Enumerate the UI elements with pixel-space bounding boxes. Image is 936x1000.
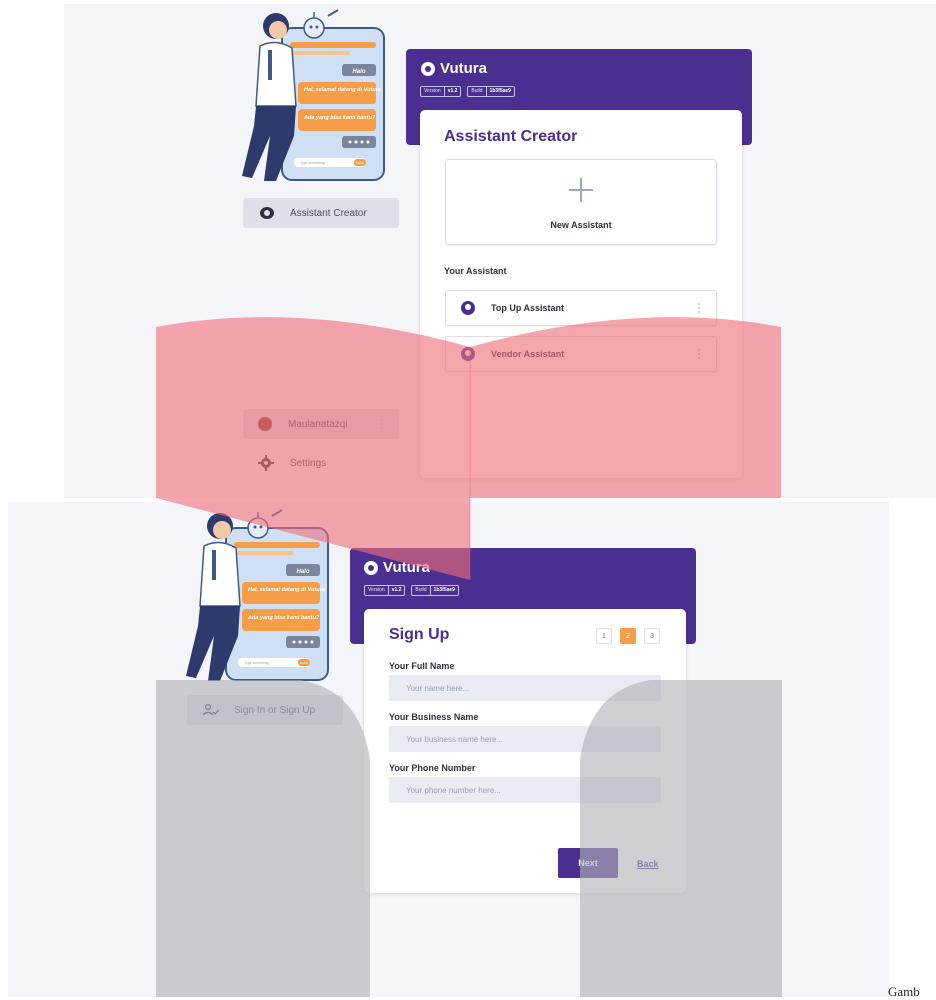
plus-icon xyxy=(569,178,593,202)
user-name: Maulanatazqi xyxy=(288,418,348,430)
page-title: Sign Up xyxy=(389,626,450,643)
caption-text: Gamb xyxy=(888,984,920,999)
version-badge: Version v1.2 xyxy=(364,585,406,596)
brand-logo: Vutura xyxy=(421,60,487,77)
more-options-icon[interactable] xyxy=(698,301,700,315)
settings-label: Settings xyxy=(290,457,327,469)
sign-up-screen: Halo Hai, selamat datang di Vutura Ada y… xyxy=(8,502,889,997)
sidebar-item-sign-in[interactable]: Sign In or Sign Up xyxy=(187,695,343,725)
new-assistant-button[interactable]: New Assistant xyxy=(445,159,717,245)
bubble-ask: Ada yang bisa kami bantu? xyxy=(303,115,376,121)
bubble-greet: Hai, selamat datang di Vutura xyxy=(248,587,325,593)
more-options-icon[interactable] xyxy=(698,347,700,361)
assistant-item-top-up[interactable]: Top Up Assistant xyxy=(445,290,717,326)
build-badge: Build 1b3f5ae9 xyxy=(411,585,459,596)
step-indicator: 1 2 3 xyxy=(596,628,660,644)
full-name-label: Your Full Name xyxy=(389,661,455,671)
illus-send: SEND xyxy=(356,161,365,165)
sidebar-item-settings[interactable]: Settings xyxy=(258,455,326,471)
vutura-logo-icon xyxy=(421,61,435,76)
phone-number-input[interactable] xyxy=(389,777,661,803)
more-options-icon[interactable] xyxy=(381,417,383,431)
illus-input-hint: Type something xyxy=(300,161,325,165)
sidebar-item-label: Sign In or Sign Up xyxy=(234,704,316,716)
chatbot-illustration: Halo Hai, selamat datang di Vutura Ada y… xyxy=(186,506,336,684)
assistant-avatar-icon xyxy=(461,301,475,315)
bubble-greet: Hai, selamat datang di Vutura xyxy=(304,87,381,93)
assistant-creator-screen: Halo Hai, selamat datang di Vutura Ada y… xyxy=(64,4,936,498)
bubble-halo: Halo xyxy=(296,569,309,575)
gear-icon xyxy=(258,455,274,471)
step-2[interactable]: 2 xyxy=(620,628,636,644)
sign-up-card: Sign Up 1 2 3 Your Full Name Your Busine… xyxy=(364,609,686,893)
brand-name: Vutura xyxy=(440,60,487,77)
business-name-label: Your Business Name xyxy=(389,712,479,722)
assistant-icon xyxy=(258,204,276,222)
page-title: Assistant Creator xyxy=(444,128,578,145)
bubble-ask: Ada yang bisa kami bantu? xyxy=(247,615,320,621)
vutura-logo-icon xyxy=(364,560,378,575)
user-profile-row[interactable]: Maulanatazqi xyxy=(243,409,399,439)
chatbot-illustration: Halo Hai, selamat datang di Vutura Ada y… xyxy=(242,6,392,184)
assistant-item-vendor[interactable]: Vendor Assistant xyxy=(445,336,717,372)
section-label: Your Assistant xyxy=(444,266,507,276)
user-sign-in-icon xyxy=(202,701,220,719)
sidebar-item-assistant-creator[interactable]: Assistant Creator xyxy=(243,198,399,228)
step-3[interactable]: 3 xyxy=(644,628,660,644)
bubble-halo: Halo xyxy=(352,69,365,75)
business-name-input[interactable] xyxy=(389,726,661,752)
build-badge: Build 1b3f5ae9 xyxy=(467,86,515,97)
sidebar-item-label: Assistant Creator xyxy=(290,207,367,219)
next-button[interactable]: Next xyxy=(558,848,618,878)
phone-number-label: Your Phone Number xyxy=(389,763,476,773)
assistant-avatar-icon xyxy=(461,347,475,361)
back-link[interactable]: Back xyxy=(637,859,659,869)
version-tags: Version v1.2 Build 1b3f5ae9 xyxy=(420,86,515,97)
illus-send: SEND xyxy=(300,661,309,665)
version-tags: Version v1.2 Build 1b3f5ae9 xyxy=(364,585,459,596)
assistant-creator-card: Assistant Creator New Assistant Your Ass… xyxy=(420,110,742,478)
new-assistant-label: New Assistant xyxy=(550,220,612,230)
full-name-input[interactable] xyxy=(389,675,661,701)
illus-input-hint: Type something xyxy=(244,661,269,665)
step-1[interactable]: 1 xyxy=(596,628,612,644)
avatar xyxy=(258,417,272,431)
brand-logo: Vutura xyxy=(364,559,430,576)
brand-name: Vutura xyxy=(383,559,430,576)
version-badge: Version v1.2 xyxy=(420,86,462,97)
